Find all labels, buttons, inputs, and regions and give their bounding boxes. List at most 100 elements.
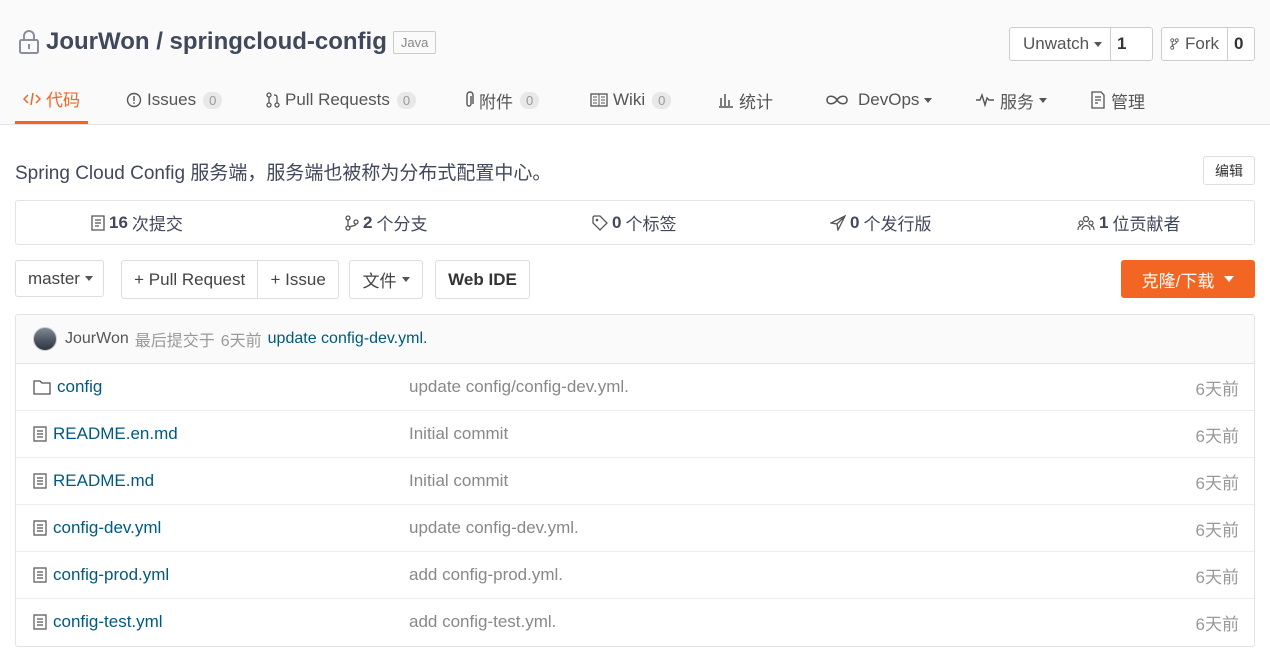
stat-contributors[interactable]: 1 位贡献者 <box>1077 201 1180 244</box>
commit-author-link[interactable]: JourWon <box>65 330 129 348</box>
unwatch-label: Unwatch <box>1023 34 1090 53</box>
chevron-down-icon <box>84 276 93 281</box>
stat-number: 16 <box>109 212 128 232</box>
code-icon <box>23 92 41 105</box>
file-name-link[interactable]: config <box>33 377 102 397</box>
repo-description: Spring Cloud Config 服务端，服务端也被称为分布式配置中心。 <box>15 163 552 184</box>
tab-label: 附件 <box>479 92 513 112</box>
file-browser: JourWon 最后提交于 6天前 update config-dev.yml.… <box>15 314 1255 647</box>
count-badge: 0 <box>396 91 417 109</box>
stat-label: 位贡献者 <box>1112 215 1181 234</box>
watch-button-group: Unwatch 1 <box>1009 27 1153 61</box>
lock-icon <box>19 30 39 54</box>
contributors-icon <box>1077 215 1095 230</box>
table-row: config-prod.yml add config-prod.yml. 6天前 <box>16 552 1254 599</box>
count-badge: 0 <box>652 91 672 109</box>
tag-icon <box>592 214 608 231</box>
file-commit-message[interactable]: update config-dev.yml. <box>409 518 579 538</box>
clone-download-button[interactable]: 克隆/下载 <box>1121 260 1255 298</box>
tab-manage[interactable]: 管理 <box>1090 76 1145 124</box>
file-commit-message[interactable]: Initial commit <box>409 471 508 491</box>
file-name-link[interactable]: config-dev.yml <box>33 518 161 538</box>
chevron-down-icon <box>401 277 410 282</box>
branch-icon <box>345 214 359 231</box>
tab-wiki[interactable]: Wiki 0 <box>590 76 672 124</box>
table-row: README.en.md Initial commit 6天前 <box>16 411 1254 458</box>
file-commit-time: 6天前 <box>1195 614 1239 634</box>
chevron-down-icon <box>1224 276 1235 282</box>
edit-description-button[interactable]: 编辑 <box>1203 156 1255 185</box>
file-name: config-prod.yml <box>53 565 170 584</box>
table-row: config update config/config-dev.yml. 6天前 <box>16 364 1254 411</box>
pr-issue-button-group: + Pull Request + Issue <box>121 260 339 299</box>
file-icon <box>33 567 47 583</box>
file-commit-message[interactable]: Initial commit <box>409 424 508 444</box>
stat-tags[interactable]: 0 个标签 <box>592 201 676 244</box>
book-icon <box>590 93 608 107</box>
repo-stats-bar: 16 次提交 2 个分支 0 个标签 0 个发行版 1 位贡献者 <box>15 200 1255 245</box>
stat-number: 0 <box>850 212 860 232</box>
tab-stats[interactable]: 统计 <box>718 76 773 124</box>
tab-code[interactable]: 代码 <box>15 76 88 124</box>
clone-download-label: 克隆/下载 <box>1141 271 1215 291</box>
commit-message-link[interactable]: update config-dev.yml. <box>268 330 428 348</box>
tab-attachments[interactable]: 附件 0 <box>464 76 540 124</box>
tab-label: Pull Requests <box>285 90 390 109</box>
stat-label: 个分支 <box>376 215 428 234</box>
file-commit-time: 6天前 <box>1195 426 1239 446</box>
file-icon <box>33 520 47 536</box>
stat-label: 个标签 <box>625 215 677 234</box>
stat-branches[interactable]: 2 个分支 <box>345 201 427 244</box>
count-badge: 0 <box>520 91 540 109</box>
file-name-link[interactable]: README.md <box>33 471 154 491</box>
commit-action-text: 最后提交于 <box>134 333 215 350</box>
repo-name-link[interactable]: JourWon / springcloud-config <box>46 28 387 56</box>
repo-header: JourWon / springcloud-config Java Unwatc… <box>0 0 1270 125</box>
stat-number: 0 <box>612 212 622 232</box>
tab-services[interactable]: 服务 <box>975 76 1047 124</box>
fork-label: Fork <box>1185 34 1219 53</box>
files-dropdown-label: 文件 <box>362 272 397 291</box>
stat-commits[interactable]: 16 次提交 <box>91 201 183 244</box>
chevron-down-icon <box>1039 97 1047 103</box>
file-name-link[interactable]: config-prod.yml <box>33 565 169 585</box>
new-pull-request-button[interactable]: + Pull Request <box>122 261 259 298</box>
file-commit-message[interactable]: update config/config-dev.yml. <box>409 377 629 397</box>
file-name-link[interactable]: config-test.yml <box>33 612 163 632</box>
stat-number: 2 <box>363 212 373 232</box>
file-commit-time: 6天前 <box>1195 567 1239 587</box>
tab-pull-requests[interactable]: Pull Requests 0 <box>266 76 417 124</box>
stat-releases[interactable]: 0 个发行版 <box>830 201 931 244</box>
web-ide-button[interactable]: Web IDE <box>435 260 530 299</box>
release-icon <box>830 214 846 231</box>
file-commit-message[interactable]: add config-test.yml. <box>409 612 556 632</box>
paperclip-icon <box>466 91 474 107</box>
file-commit-message[interactable]: add config-prod.yml. <box>409 565 563 585</box>
file-icon <box>33 614 47 630</box>
watch-count[interactable]: 1 <box>1111 28 1132 60</box>
table-row: config-test.yml add config-test.yml. 6天前 <box>16 599 1254 645</box>
avatar[interactable] <box>33 327 57 351</box>
folder-icon <box>33 380 51 395</box>
file-name-link[interactable]: README.en.md <box>33 424 178 444</box>
file-name: README.en.md <box>53 424 178 443</box>
tab-devops[interactable]: DevOps <box>825 76 933 124</box>
tab-label: DevOps <box>858 90 920 109</box>
stat-number: 1 <box>1099 212 1109 232</box>
file-name: config-test.yml <box>53 612 163 631</box>
files-dropdown[interactable]: 文件 <box>349 260 423 299</box>
stat-label: 次提交 <box>131 215 183 234</box>
fork-count[interactable]: 0 <box>1228 28 1249 60</box>
table-row: config-dev.yml update config-dev.yml. 6天… <box>16 505 1254 552</box>
last-commit-bar: JourWon 最后提交于 6天前 update config-dev.yml. <box>16 315 1254 364</box>
unwatch-button[interactable]: Unwatch <box>1010 28 1111 60</box>
tab-label: 服务 <box>1000 92 1034 112</box>
fork-button[interactable]: Fork <box>1162 28 1228 60</box>
file-name: README.md <box>53 471 155 490</box>
branch-select[interactable]: master <box>15 260 104 297</box>
file-commit-time: 6天前 <box>1195 379 1239 399</box>
file-name: config <box>57 377 103 396</box>
new-issue-button[interactable]: + Issue <box>258 261 338 298</box>
tab-issues[interactable]: Issues 0 <box>126 76 223 124</box>
count-badge: 0 <box>203 91 223 109</box>
